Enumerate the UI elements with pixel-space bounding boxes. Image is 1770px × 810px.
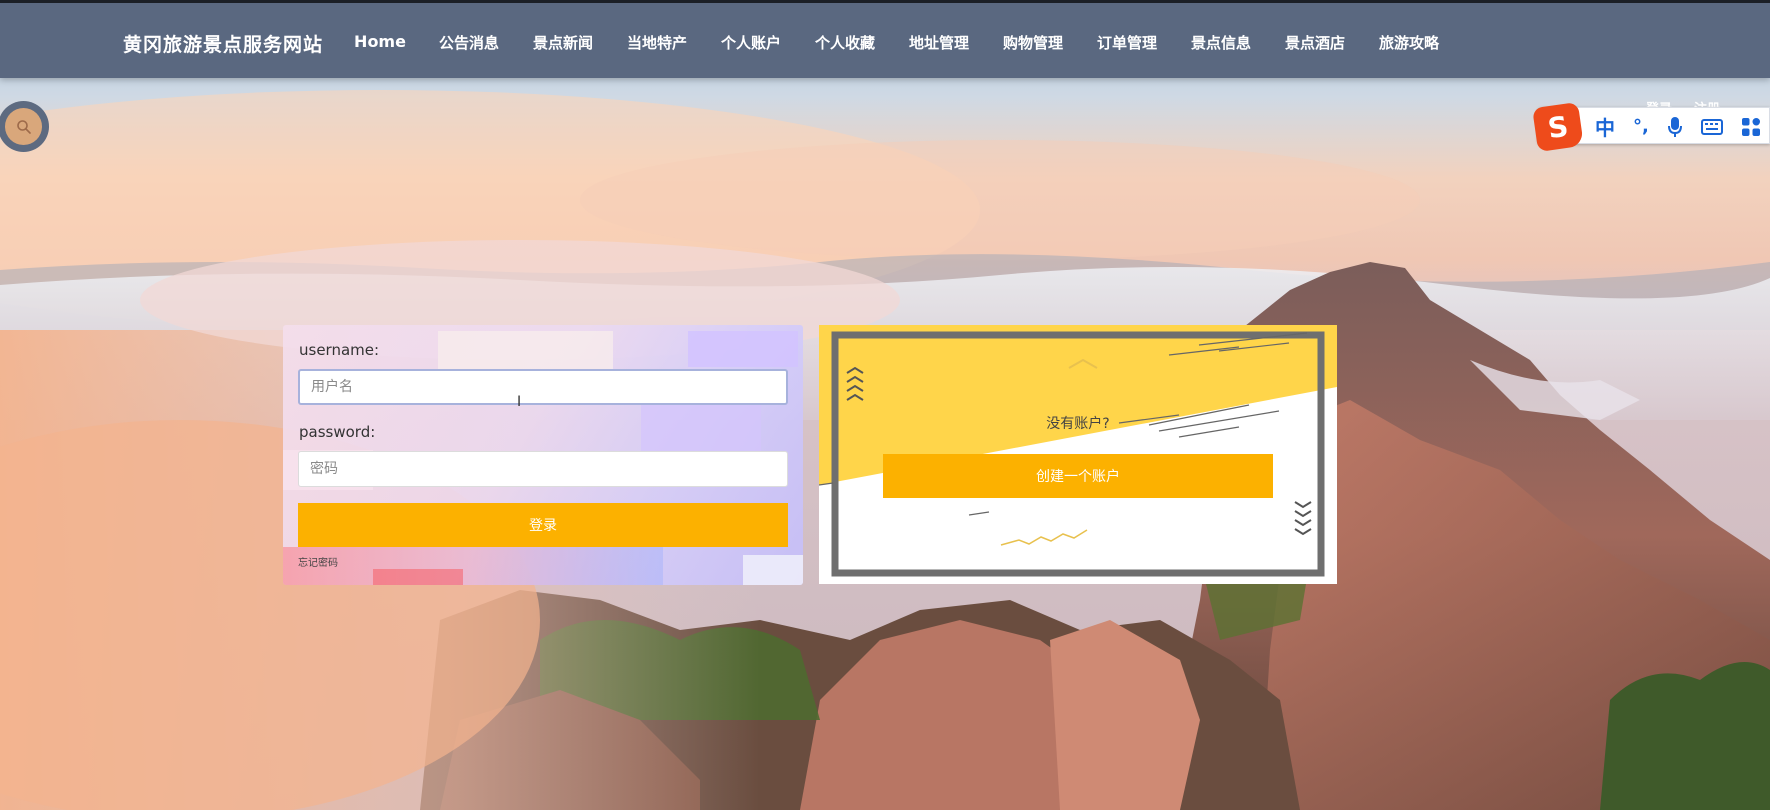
nav-item-home[interactable]: Home xyxy=(338,30,422,55)
top-navbar: 黄冈旅游景点服务网站 Home 公告消息 景点新闻 当地特产 个人账户 个人收藏… xyxy=(0,0,1770,78)
username-label: username: xyxy=(299,341,380,359)
nav-item-scenic-hotels[interactable]: 景点酒店 xyxy=(1268,30,1362,55)
nav-item-travel-guides[interactable]: 旅游攻略 xyxy=(1362,30,1456,55)
register-card: 没有账户? 创建一个账户 xyxy=(819,325,1337,584)
forgot-password-link[interactable]: 忘记密码 xyxy=(298,554,338,569)
login-form: username: password: 登录 忘记密码 xyxy=(283,325,803,585)
ime-punctuation-toggle[interactable]: °, xyxy=(1633,116,1649,137)
text-cursor-icon: I xyxy=(517,394,522,410)
site-title[interactable]: 黄冈旅游景点服务网站 xyxy=(123,30,323,57)
microphone-icon[interactable] xyxy=(1667,116,1683,138)
search-button-core xyxy=(5,108,42,145)
nav-item-personal-account[interactable]: 个人账户 xyxy=(704,30,798,55)
search-icon xyxy=(16,119,31,134)
create-account-button[interactable]: 创建一个账户 xyxy=(883,454,1273,498)
nav-item-scenic-news[interactable]: 景点新闻 xyxy=(516,30,610,55)
ime-toolbar: S 中 °, xyxy=(1532,102,1770,152)
nav-item-scenic-info[interactable]: 景点信息 xyxy=(1174,30,1268,55)
register-prompt: 没有账户? xyxy=(1046,416,1110,432)
username-input[interactable] xyxy=(298,369,788,405)
keyboard-icon[interactable] xyxy=(1700,118,1723,136)
grid-icon[interactable] xyxy=(1741,117,1761,137)
password-label: password: xyxy=(299,423,376,441)
login-card: username: password: 登录 忘记密码 xyxy=(283,325,803,585)
nav-item-announcements[interactable]: 公告消息 xyxy=(422,30,516,55)
ime-items: 中 °, xyxy=(1595,108,1761,145)
nav-item-favorites[interactable]: 个人收藏 xyxy=(798,30,892,55)
nav-item-shopping-management[interactable]: 购物管理 xyxy=(986,30,1080,55)
nav-item-local-specialties[interactable]: 当地特产 xyxy=(610,30,704,55)
floating-search-button[interactable] xyxy=(0,101,49,152)
ime-logo[interactable]: S xyxy=(1532,102,1584,152)
nav-item-order-management[interactable]: 订单管理 xyxy=(1080,30,1174,55)
main-nav: Home 公告消息 景点新闻 当地特产 个人账户 个人收藏 地址管理 购物管理 … xyxy=(338,30,1456,55)
nav-item-address-management[interactable]: 地址管理 xyxy=(892,30,986,55)
password-input[interactable] xyxy=(298,451,788,487)
login-button[interactable]: 登录 xyxy=(298,503,788,547)
ime-mode-toggle[interactable]: 中 xyxy=(1595,112,1615,141)
